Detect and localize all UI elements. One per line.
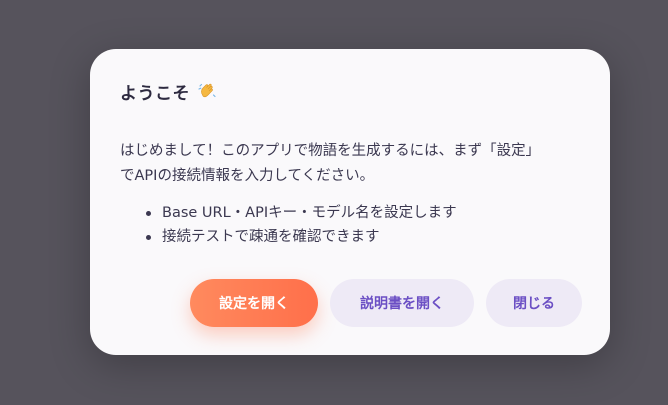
dialog-message-line-1: はじめまして！このアプリで物語を生成するには、まず「設定」 <box>120 143 541 159</box>
welcome-dialog: ようこそ はじめまして！このアプリで物語を生成するには、まず「設定」 でAPIの… <box>90 49 610 355</box>
list-item: 接続テストで疎通を確認できます <box>146 225 580 249</box>
waving-hand-icon <box>196 80 218 102</box>
list-item: Base URL・APIキー・モデル名を設定します <box>146 201 580 225</box>
dialog-message-line-2: でAPIの接続情報を入力してください。 <box>120 168 375 184</box>
dialog-message: はじめまして！このアプリで物語を生成するには、まず「設定」 でAPIの接続情報を… <box>120 139 590 189</box>
open-manual-button[interactable]: 説明書を開く <box>330 279 474 327</box>
instruction-list: Base URL・APIキー・モデル名を設定します 接続テストで疎通を確認できま… <box>120 201 580 249</box>
dialog-actions: 設定を開く 説明書を開く 閉じる <box>190 279 582 327</box>
open-settings-button[interactable]: 設定を開く <box>190 279 318 327</box>
dialog-title: ようこそ <box>120 83 190 104</box>
dialog-header: ようこそ <box>120 79 580 104</box>
close-button[interactable]: 閉じる <box>486 279 582 327</box>
